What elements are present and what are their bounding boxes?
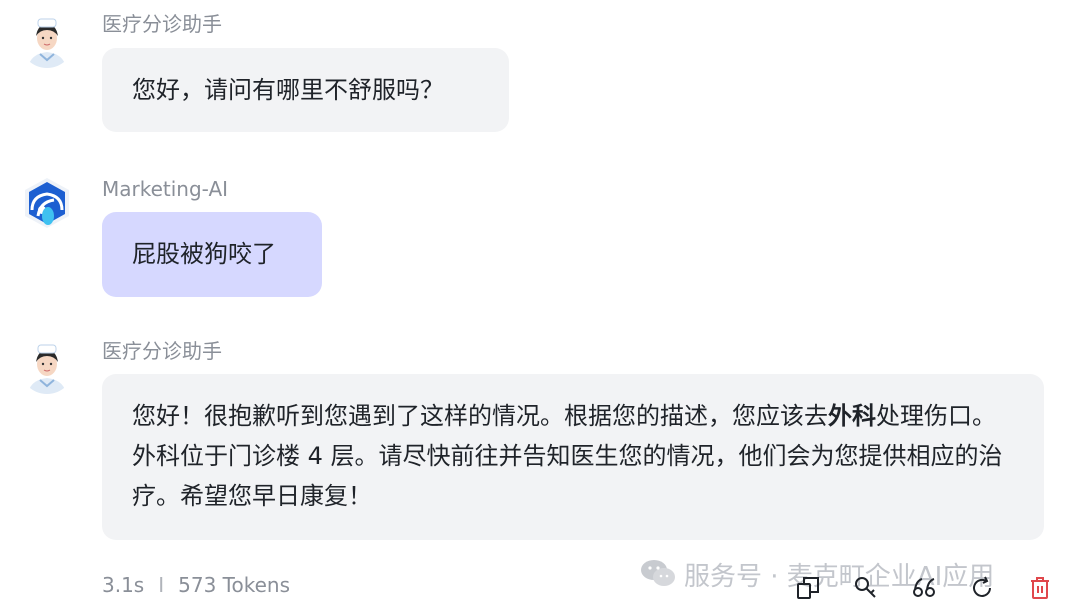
assistant-message-bubble: 您好！很抱歉听到您遇到了这样的情况。根据您的描述，您应该去外科处理伤口。外科位于… (102, 374, 1044, 540)
assistant-avatar (20, 340, 74, 394)
message-text: 屁股被狗咬了 (132, 240, 276, 268)
assistant-message-bubble: 您好，请问有哪里不舒服吗？ (102, 48, 509, 132)
user-avatar (20, 176, 74, 230)
message-text: 您好，请问有哪里不舒服吗？ (132, 76, 444, 104)
copy-icon[interactable] (794, 574, 822, 602)
response-meta: 3.1s I 573 Tokens (102, 572, 290, 598)
wechat-icon (640, 558, 676, 596)
message-toolbar (794, 574, 1054, 602)
response-time: 3.1s (102, 573, 145, 597)
refresh-icon[interactable] (968, 574, 996, 602)
delete-icon[interactable] (1026, 574, 1054, 602)
token-count: 573 Tokens (178, 573, 290, 597)
edit-icon[interactable] (852, 574, 880, 602)
message-sender: Marketing-AI (102, 177, 229, 201)
quote-icon[interactable] (910, 574, 938, 602)
message-sender: 医疗分诊助手 (102, 12, 222, 36)
message-sender: 医疗分诊助手 (102, 339, 222, 363)
user-message-bubble: 屁股被狗咬了 (102, 212, 322, 297)
message-text-bold: 外科 (828, 402, 876, 430)
meta-separator: I (158, 573, 165, 597)
message-text: 您好！很抱歉听到您遇到了这样的情况。根据您的描述，您应该去 (132, 402, 828, 430)
assistant-avatar (20, 14, 74, 68)
